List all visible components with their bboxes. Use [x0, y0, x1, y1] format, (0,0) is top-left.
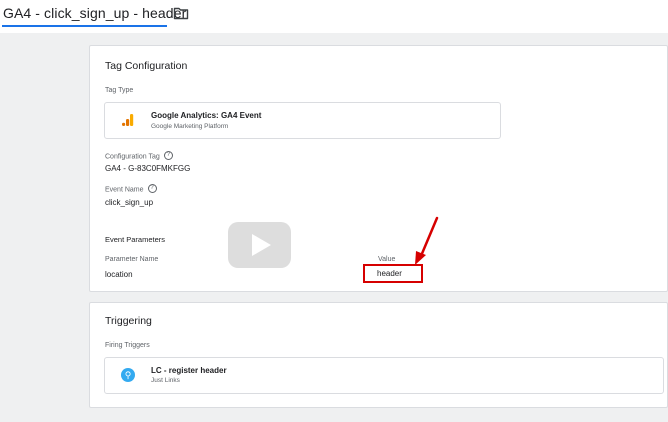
event-name-label: Event Name: [105, 186, 144, 194]
tag-type-vendor: Google Marketing Platform: [151, 123, 229, 130]
event-name-label-row: Event Name?: [105, 184, 157, 194]
help-icon[interactable]: ?: [163, 151, 173, 160]
tag-type-tile[interactable]: [104, 102, 501, 139]
play-triangle: [252, 234, 271, 256]
google-analytics-icon: [122, 114, 134, 126]
parameter-name-header: Parameter Name: [105, 256, 159, 263]
event-name-value: click_sign_up: [105, 198, 154, 207]
folder-icon[interactable]: [173, 5, 189, 21]
configuration-tag-label-row: Configuration Tag?: [105, 151, 173, 161]
top-bar: GA4 - click_sign_up - header: [0, 0, 668, 33]
parameter-name-cell: location: [105, 270, 133, 279]
title-underline: [2, 25, 167, 27]
trigger-type: Just Links: [151, 377, 180, 384]
trigger-name: LC - register header: [151, 366, 227, 375]
event-parameters-label: Event Parameters: [105, 235, 166, 244]
trigger-tile[interactable]: [104, 357, 664, 394]
link-icon: ⚲: [121, 368, 135, 382]
help-icon[interactable]: ?: [147, 184, 157, 193]
tag-type-name: Google Analytics: GA4 Event: [151, 111, 262, 120]
firing-triggers-label: Firing Triggers: [105, 342, 150, 349]
parameter-value-header: Value: [378, 256, 396, 263]
annotation-arrow: [415, 216, 439, 265]
triggering-title: Triggering: [105, 315, 152, 327]
configuration-tag-value: GA4 - G-83C0FMKFGG: [105, 164, 191, 173]
tag-title[interactable]: GA4 - click_sign_up - header: [3, 5, 186, 21]
play-icon[interactable]: [228, 222, 291, 268]
tag-type-label: Tag Type: [105, 87, 134, 94]
tag-configuration-title: Tag Configuration: [105, 60, 188, 72]
configuration-tag-label: Configuration Tag: [105, 153, 160, 161]
